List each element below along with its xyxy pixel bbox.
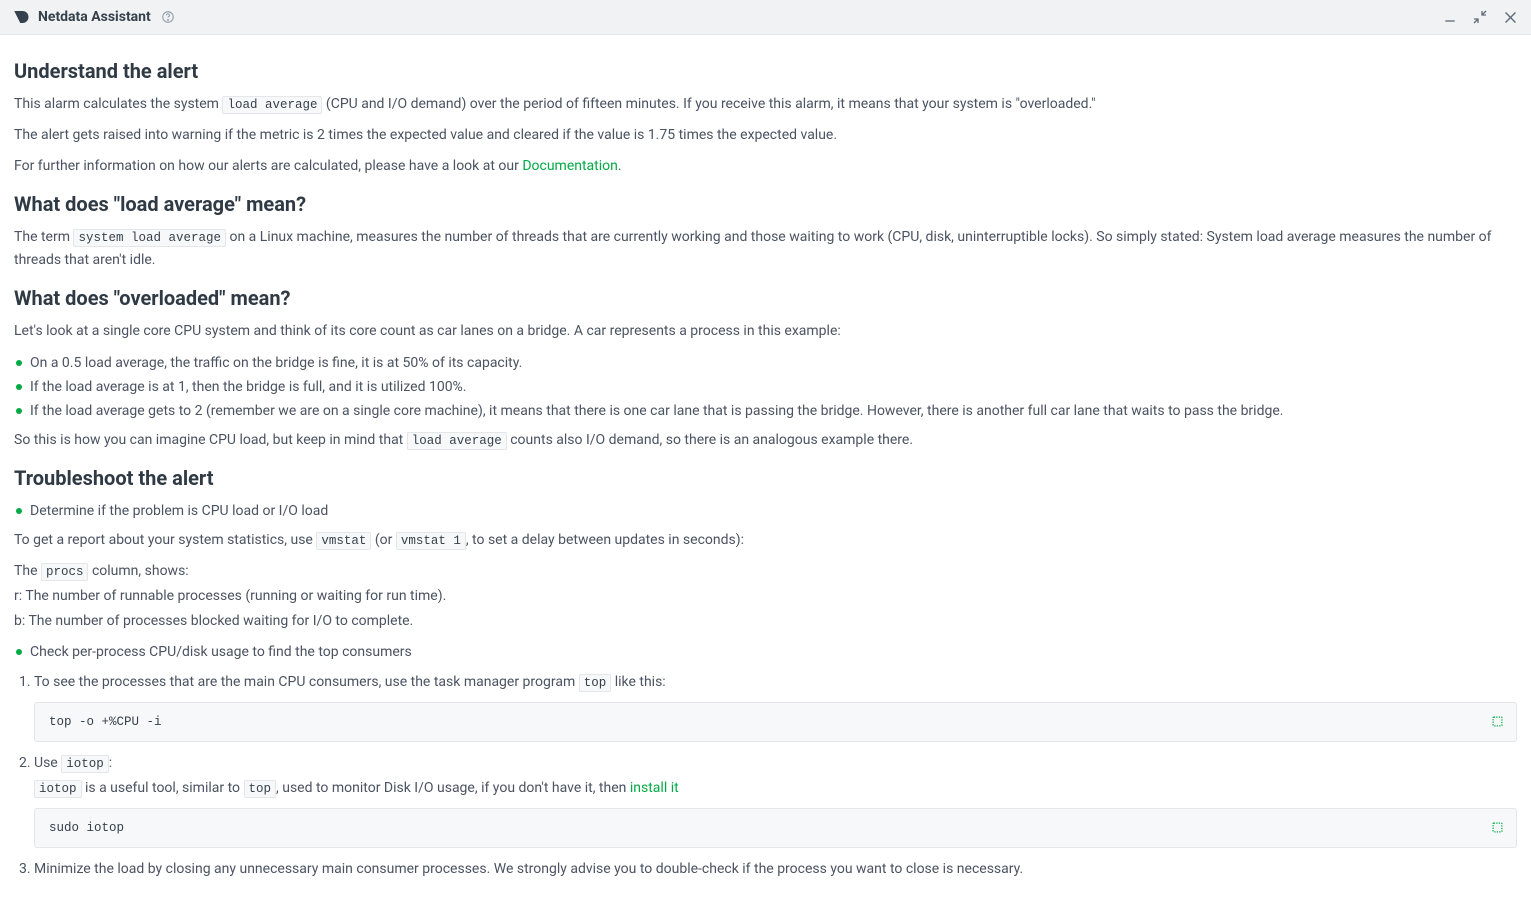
code-block: sudo iotop — [34, 808, 1517, 848]
troubleshoot-p4: b: The number of processes blocked waiti… — [14, 610, 1517, 633]
code-inline: vmstat — [316, 532, 371, 550]
window-title: Netdata Assistant — [38, 9, 151, 25]
header-controls — [1441, 8, 1519, 26]
understand-p2: The alert gets raised into warning if th… — [14, 124, 1517, 147]
troubleshoot-steps-3: Minimize the load by closing any unneces… — [14, 858, 1517, 881]
install-link[interactable]: install it — [630, 780, 679, 796]
troubleshoot-p2: The procs column, shows: — [14, 560, 1517, 583]
collapse-icon[interactable] — [1471, 8, 1489, 26]
content-area: Understand the alert This alarm calculat… — [0, 35, 1531, 909]
troubleshoot-p3: r: The number of runnable processes (run… — [14, 585, 1517, 608]
code-inline: vmstat 1 — [396, 532, 466, 550]
list-item: Use iotop: iotop is a useful tool, simil… — [34, 752, 1517, 800]
overloaded-p1: Let's look at a single core CPU system a… — [14, 320, 1517, 343]
heading-understand: Understand the alert — [14, 59, 1517, 83]
list-item: On a 0.5 load average, the traffic on th… — [14, 352, 1517, 375]
understand-p3: For further information on how our alert… — [14, 155, 1517, 178]
list-item: Determine if the problem is CPU load or … — [14, 500, 1517, 523]
copy-icon[interactable] — [1490, 820, 1506, 836]
code-inline: load average — [222, 96, 322, 114]
list-item: If the load average gets to 2 (remember … — [14, 400, 1517, 423]
window-header: Netdata Assistant — [0, 0, 1531, 35]
documentation-link[interactable]: Documentation — [522, 158, 618, 174]
list-item: Check per-process CPU/disk usage to find… — [14, 641, 1517, 664]
heading-load-average: What does "load average" mean? — [14, 192, 1517, 216]
understand-p1: This alarm calculates the system load av… — [14, 93, 1517, 116]
iotop-desc: iotop is a useful tool, similar to top, … — [34, 777, 1517, 800]
list-item: Minimize the load by closing any unneces… — [34, 858, 1517, 881]
heading-troubleshoot: Troubleshoot the alert — [14, 466, 1517, 490]
copy-icon[interactable] — [1490, 714, 1506, 730]
minimize-icon[interactable] — [1441, 8, 1459, 26]
overloaded-p2: So this is how you can imagine CPU load,… — [14, 429, 1517, 452]
code-inline: top — [244, 780, 277, 798]
troubleshoot-steps-2: Use iotop: iotop is a useful tool, simil… — [14, 752, 1517, 800]
code-text: top -o +%CPU -i — [49, 715, 162, 729]
code-inline: iotop — [34, 780, 82, 798]
load-avg-p1: The term system load average on a Linux … — [14, 226, 1517, 272]
header-left: Netdata Assistant — [12, 8, 177, 26]
troubleshoot-p1: To get a report about your system statis… — [14, 529, 1517, 552]
heading-overloaded: What does "overloaded" mean? — [14, 286, 1517, 310]
troubleshoot-b2: Check per-process CPU/disk usage to find… — [14, 641, 1517, 664]
code-inline: iotop — [61, 755, 109, 773]
netdata-logo-icon — [12, 8, 30, 26]
overloaded-bullets: On a 0.5 load average, the traffic on th… — [14, 352, 1517, 423]
code-inline: system load average — [73, 229, 226, 247]
list-item: If the load average is at 1, then the br… — [14, 376, 1517, 399]
help-icon[interactable] — [159, 8, 177, 26]
list-item: To see the processes that are the main C… — [34, 671, 1517, 694]
code-text: sudo iotop — [49, 821, 124, 835]
troubleshoot-steps: To see the processes that are the main C… — [14, 671, 1517, 694]
troubleshoot-b1: Determine if the problem is CPU load or … — [14, 500, 1517, 523]
close-icon[interactable] — [1501, 8, 1519, 26]
code-inline: load average — [407, 432, 507, 450]
code-inline: top — [579, 674, 612, 692]
code-inline: procs — [41, 563, 89, 581]
code-block: top -o +%CPU -i — [34, 702, 1517, 742]
